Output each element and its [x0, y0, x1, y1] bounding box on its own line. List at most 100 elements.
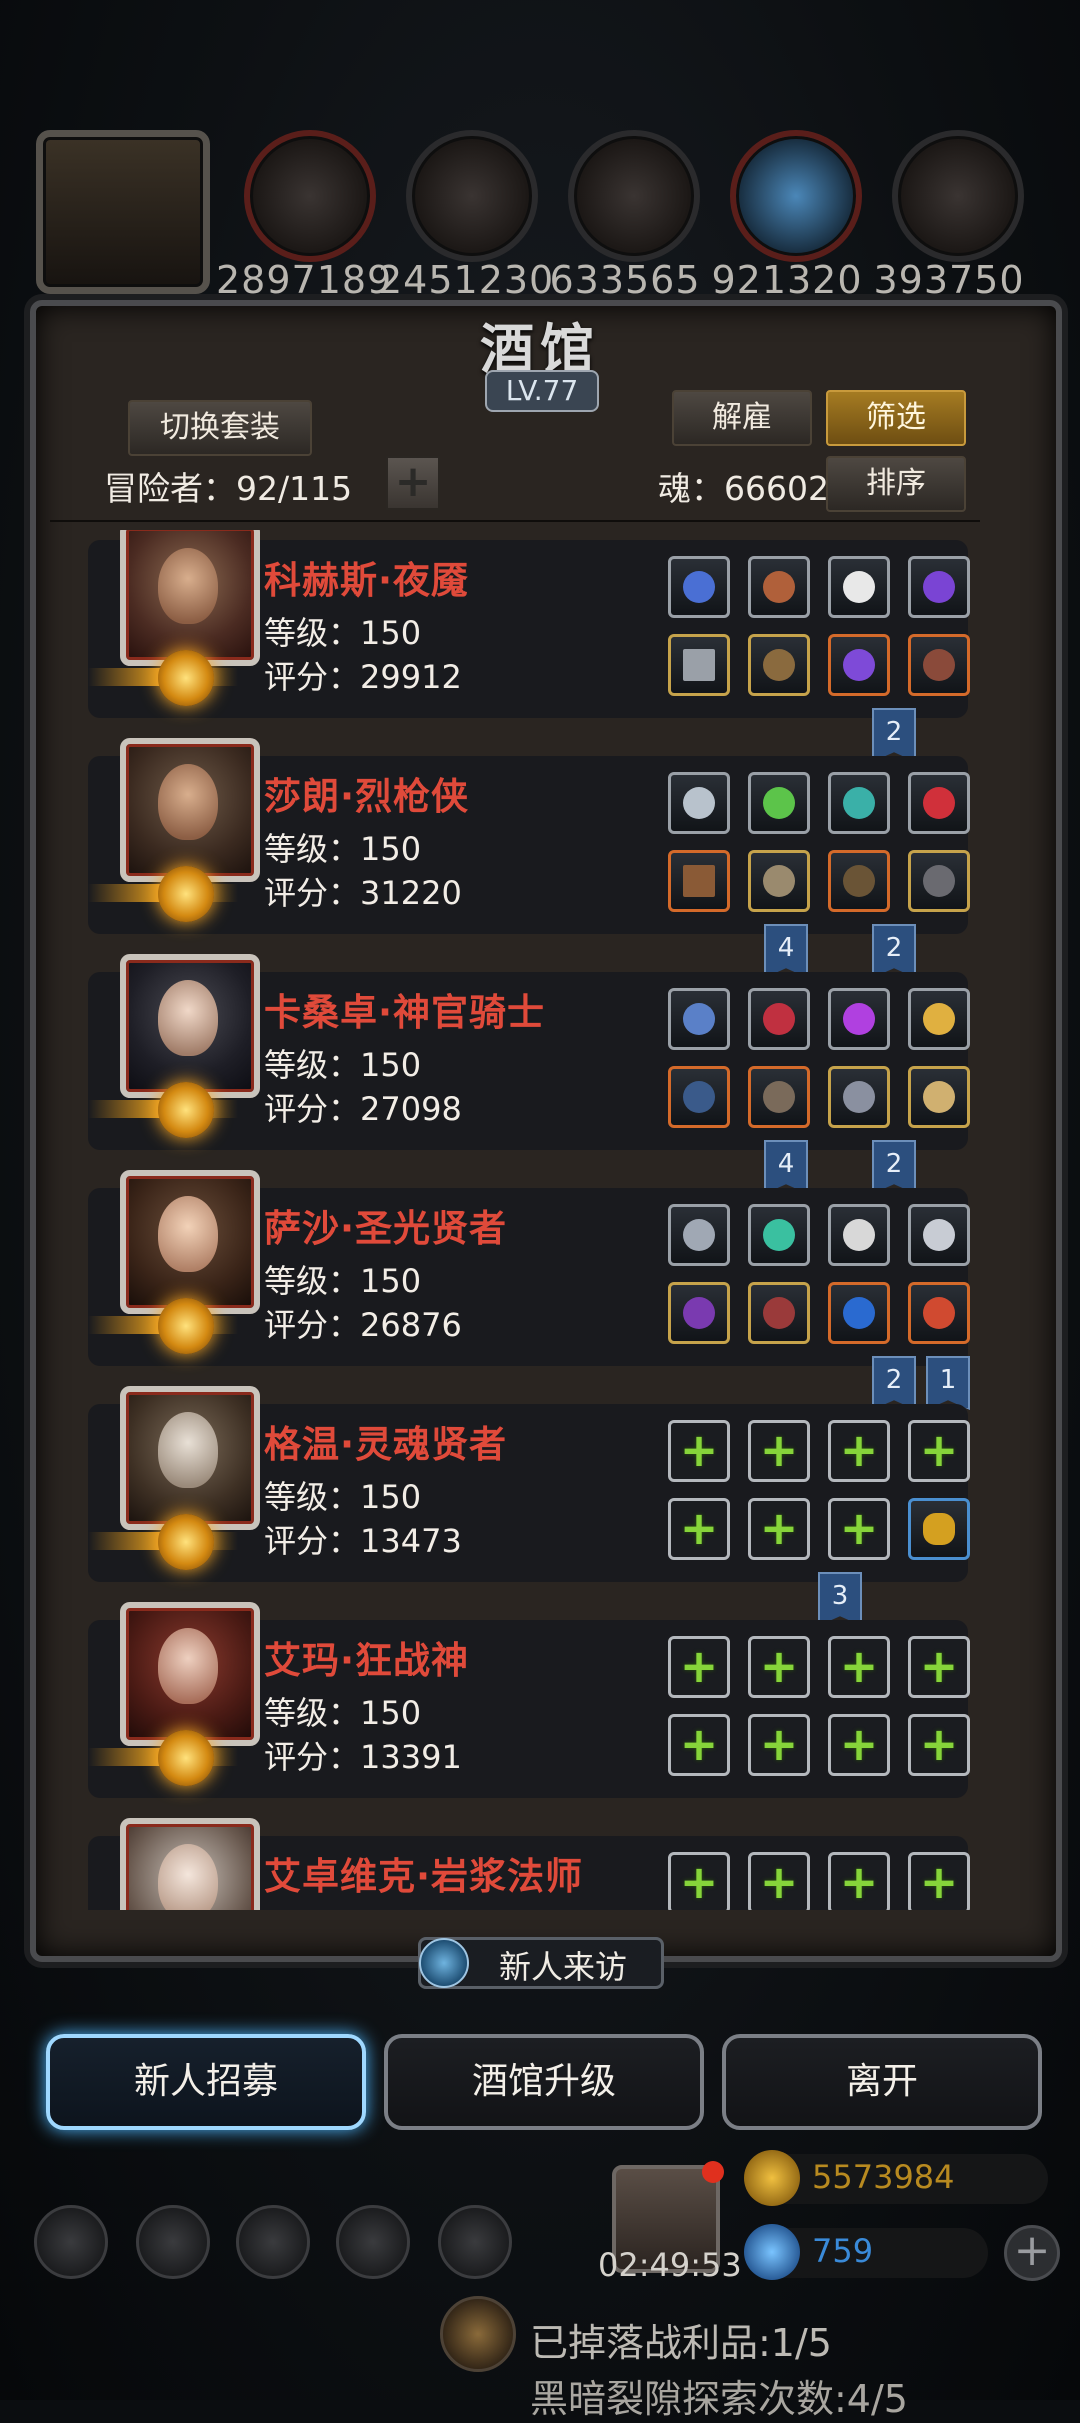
empty-slot-plus-icon[interactable]: +: [668, 1852, 730, 1910]
heart-slot-icon[interactable]: [748, 988, 810, 1050]
scroll-icon[interactable]: [440, 2296, 516, 2372]
filter-button[interactable]: 筛选: [826, 390, 966, 446]
empty-slot-plus-icon[interactable]: +: [908, 1714, 970, 1776]
spirit-orb-slot-icon[interactable]: [748, 1204, 810, 1266]
empty-slot-plus-icon[interactable]: +: [748, 1498, 810, 1560]
empty-slot-plus-icon[interactable]: +: [668, 1420, 730, 1482]
guild-icon[interactable]: [236, 2205, 310, 2279]
plus-icon: +: [679, 1639, 719, 1693]
dismiss-button[interactable]: 解雇: [672, 390, 812, 446]
hero-card[interactable]: 格温·灵魂贤者 等级：150 评分：13473 + + + + + + +: [88, 1386, 970, 1582]
ore-slot-icon[interactable]: [748, 556, 810, 618]
gauntlet-slot-icon[interactable]: [668, 772, 730, 834]
add-gems-button[interactable]: +: [1004, 2225, 1060, 2281]
hero-portrait: [120, 738, 260, 882]
settings-gear-icon[interactable]: [34, 2205, 108, 2279]
helm-slot-icon[interactable]: [668, 1066, 730, 1128]
hero-card[interactable]: 卡桑卓·神官骑士 等级：150 评分：27098: [88, 954, 970, 1150]
hero-card[interactable]: 萨沙·圣光贤者 等级：150 评分：26876: [88, 1170, 970, 1366]
empty-slot-plus-icon[interactable]: +: [668, 1714, 730, 1776]
slot-item: [843, 865, 875, 897]
recruit-button[interactable]: 新人招募: [46, 2034, 366, 2130]
stone-slot-icon[interactable]: [828, 772, 890, 834]
chest-slot-icon[interactable]: [748, 1066, 810, 1128]
mace-slot-icon[interactable]: [828, 1066, 890, 1128]
gold-ring-slot-icon[interactable]: [908, 1498, 970, 1560]
hero-portrait: [120, 530, 260, 666]
lantern-slot-icon[interactable]: [908, 988, 970, 1050]
resource-meat-icon[interactable]: [244, 130, 376, 262]
shield-icon[interactable]: [136, 2205, 210, 2279]
resource-iron-icon[interactable]: [892, 130, 1024, 262]
scroll-slot-icon[interactable]: [828, 1204, 890, 1266]
empty-slot-plus-icon[interactable]: +: [828, 1498, 890, 1560]
helmet-slot-icon[interactable]: [668, 556, 730, 618]
slot-item: [923, 787, 955, 819]
orb-slot-icon[interactable]: [908, 556, 970, 618]
bracer-slot-icon[interactable]: [668, 1204, 730, 1266]
slot-item: [843, 1081, 875, 1113]
plate-slot-icon[interactable]: [908, 634, 970, 696]
empty-slot-plus-icon[interactable]: +: [908, 1420, 970, 1482]
mail-icon[interactable]: [336, 2205, 410, 2279]
empty-slot-plus-icon[interactable]: +: [748, 1852, 810, 1910]
resource-crystal-icon[interactable]: [730, 130, 862, 262]
map-icon[interactable]: [438, 2205, 512, 2279]
feather-slot-icon[interactable]: [828, 556, 890, 618]
hero-list[interactable]: 科赫斯·夜魇 等级：150 评分：29912 2 莎朗·烈枪侠 等级：150 评…: [50, 530, 990, 1910]
empty-slot-plus-icon[interactable]: +: [908, 1852, 970, 1910]
resource-value: 633565: [549, 258, 701, 302]
set-bonus-tag: 2: [872, 1140, 916, 1194]
armor-slot-icon[interactable]: [748, 634, 810, 696]
staff-slot-icon[interactable]: [668, 1282, 730, 1344]
empty-slot-plus-icon[interactable]: +: [828, 1714, 890, 1776]
hero-name: 卡桑卓·神官骑士: [264, 991, 546, 1034]
musket-slot-icon[interactable]: [668, 850, 730, 912]
empty-slot-plus-icon[interactable]: +: [748, 1636, 810, 1698]
armor-slot-icon[interactable]: [748, 850, 810, 912]
set-bonus-tag: 4: [764, 1140, 808, 1194]
ring-slot-icon[interactable]: [908, 850, 970, 912]
sapphire-slot-icon[interactable]: [828, 1282, 890, 1344]
hero-avatar-slot[interactable]: [36, 130, 210, 294]
spear-slot-icon[interactable]: [668, 634, 730, 696]
slot-item: [683, 571, 715, 603]
switch-outfit-button[interactable]: 切换套装: [128, 400, 312, 456]
empty-slot-plus-icon[interactable]: +: [668, 1636, 730, 1698]
leaf-slot-icon[interactable]: [748, 772, 810, 834]
empty-slot-plus-icon[interactable]: +: [828, 1420, 890, 1482]
slot-item: [683, 787, 715, 819]
potion-slot-icon[interactable]: [828, 850, 890, 912]
hero-name: 莎朗·烈枪侠: [264, 775, 470, 818]
slot-item: [763, 649, 795, 681]
plus-icon: +: [919, 1639, 959, 1693]
hero-card[interactable]: 莎朗·烈枪侠 等级：150 评分：31220: [88, 738, 970, 934]
hero-score: 评分：27098: [264, 1090, 462, 1128]
amulet-slot-icon[interactable]: [908, 1066, 970, 1128]
empty-slot-plus-icon[interactable]: +: [748, 1420, 810, 1482]
gauntlet-slot-icon[interactable]: [668, 988, 730, 1050]
empty-slot-plus-icon[interactable]: +: [748, 1714, 810, 1776]
fire-charm-slot-icon[interactable]: [908, 1282, 970, 1344]
empty-slot-plus-icon[interactable]: +: [828, 1636, 890, 1698]
portrait-face: [158, 1844, 218, 1910]
add-capacity-button[interactable]: +: [386, 456, 440, 510]
new-visitor-button[interactable]: 新人来访: [418, 1937, 664, 1989]
robe-slot-icon[interactable]: [748, 1282, 810, 1344]
rune-slot-icon[interactable]: [908, 1204, 970, 1266]
resource-stone-icon[interactable]: [568, 130, 700, 262]
sort-button[interactable]: 排序: [826, 456, 966, 512]
resource-wood-icon[interactable]: [406, 130, 538, 262]
leave-button[interactable]: 离开: [722, 2034, 1042, 2130]
hero-card[interactable]: 艾卓维克·岩浆法师 + + + +: [88, 1818, 970, 1910]
gold-value: 5573984: [812, 2158, 955, 2196]
hero-card[interactable]: 艾玛·狂战神 等级：150 评分：13391 + + + + + + + +: [88, 1602, 970, 1798]
empty-slot-plus-icon[interactable]: +: [908, 1636, 970, 1698]
hero-card[interactable]: 科赫斯·夜魇 等级：150 评分：29912: [88, 530, 970, 718]
empty-slot-plus-icon[interactable]: +: [668, 1498, 730, 1560]
tavern-upgrade-button[interactable]: 酒馆升级: [384, 2034, 704, 2130]
crystal-slot-icon[interactable]: [828, 634, 890, 696]
ruby-slot-icon[interactable]: [908, 772, 970, 834]
amethyst-slot-icon[interactable]: [828, 988, 890, 1050]
empty-slot-plus-icon[interactable]: +: [828, 1852, 890, 1910]
